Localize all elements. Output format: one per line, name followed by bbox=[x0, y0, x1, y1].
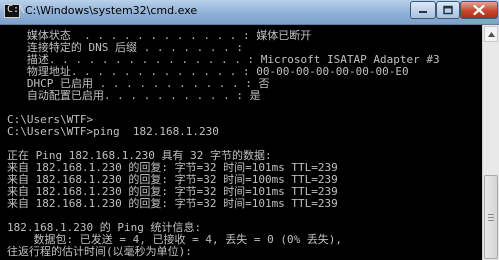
close-icon bbox=[473, 5, 485, 15]
window-title: C:\Windows\system32\cmd.exe bbox=[25, 4, 198, 17]
scroll-up-arrow-icon bbox=[488, 32, 495, 37]
title-bar[interactable]: C:\ C:\Windows\system32\cmd.exe bbox=[0, 0, 499, 25]
cmd-app-icon[interactable]: C:\ bbox=[4, 4, 25, 18]
maximize-icon bbox=[443, 5, 453, 15]
cmd-window: C:\ C:\Windows\system32\cmd.exe 媒体状态 . .… bbox=[0, 0, 499, 260]
console-line: C:\Users\WTF>ping 182.168.1.230 bbox=[7, 125, 219, 138]
scrollbar-thumb[interactable] bbox=[484, 175, 498, 259]
console-output[interactable]: 媒体状态 . . . . . . . . . . . . : 媒体已断开 连接特… bbox=[0, 25, 482, 260]
thumb-grip bbox=[488, 220, 494, 221]
maximize-button[interactable] bbox=[436, 1, 460, 19]
thumb-grip bbox=[488, 214, 494, 215]
app-icon-glyph: C:\ bbox=[7, 4, 26, 15]
thumb-grip bbox=[488, 217, 494, 218]
minimize-button[interactable] bbox=[410, 1, 436, 19]
console-line: 来自 182.168.1.230 的回复: 字节=32 时间=101ms TTL… bbox=[7, 197, 338, 210]
console-line: 自动配置已启用. . . . . . . . . . : 是 bbox=[7, 89, 261, 102]
console-line: 往返行程的估计时间(以毫秒为单位): bbox=[7, 245, 192, 258]
scroll-up-button[interactable] bbox=[484, 26, 498, 42]
close-button[interactable] bbox=[460, 1, 498, 19]
vertical-scrollbar[interactable] bbox=[482, 25, 499, 260]
minimize-icon bbox=[419, 11, 427, 13]
